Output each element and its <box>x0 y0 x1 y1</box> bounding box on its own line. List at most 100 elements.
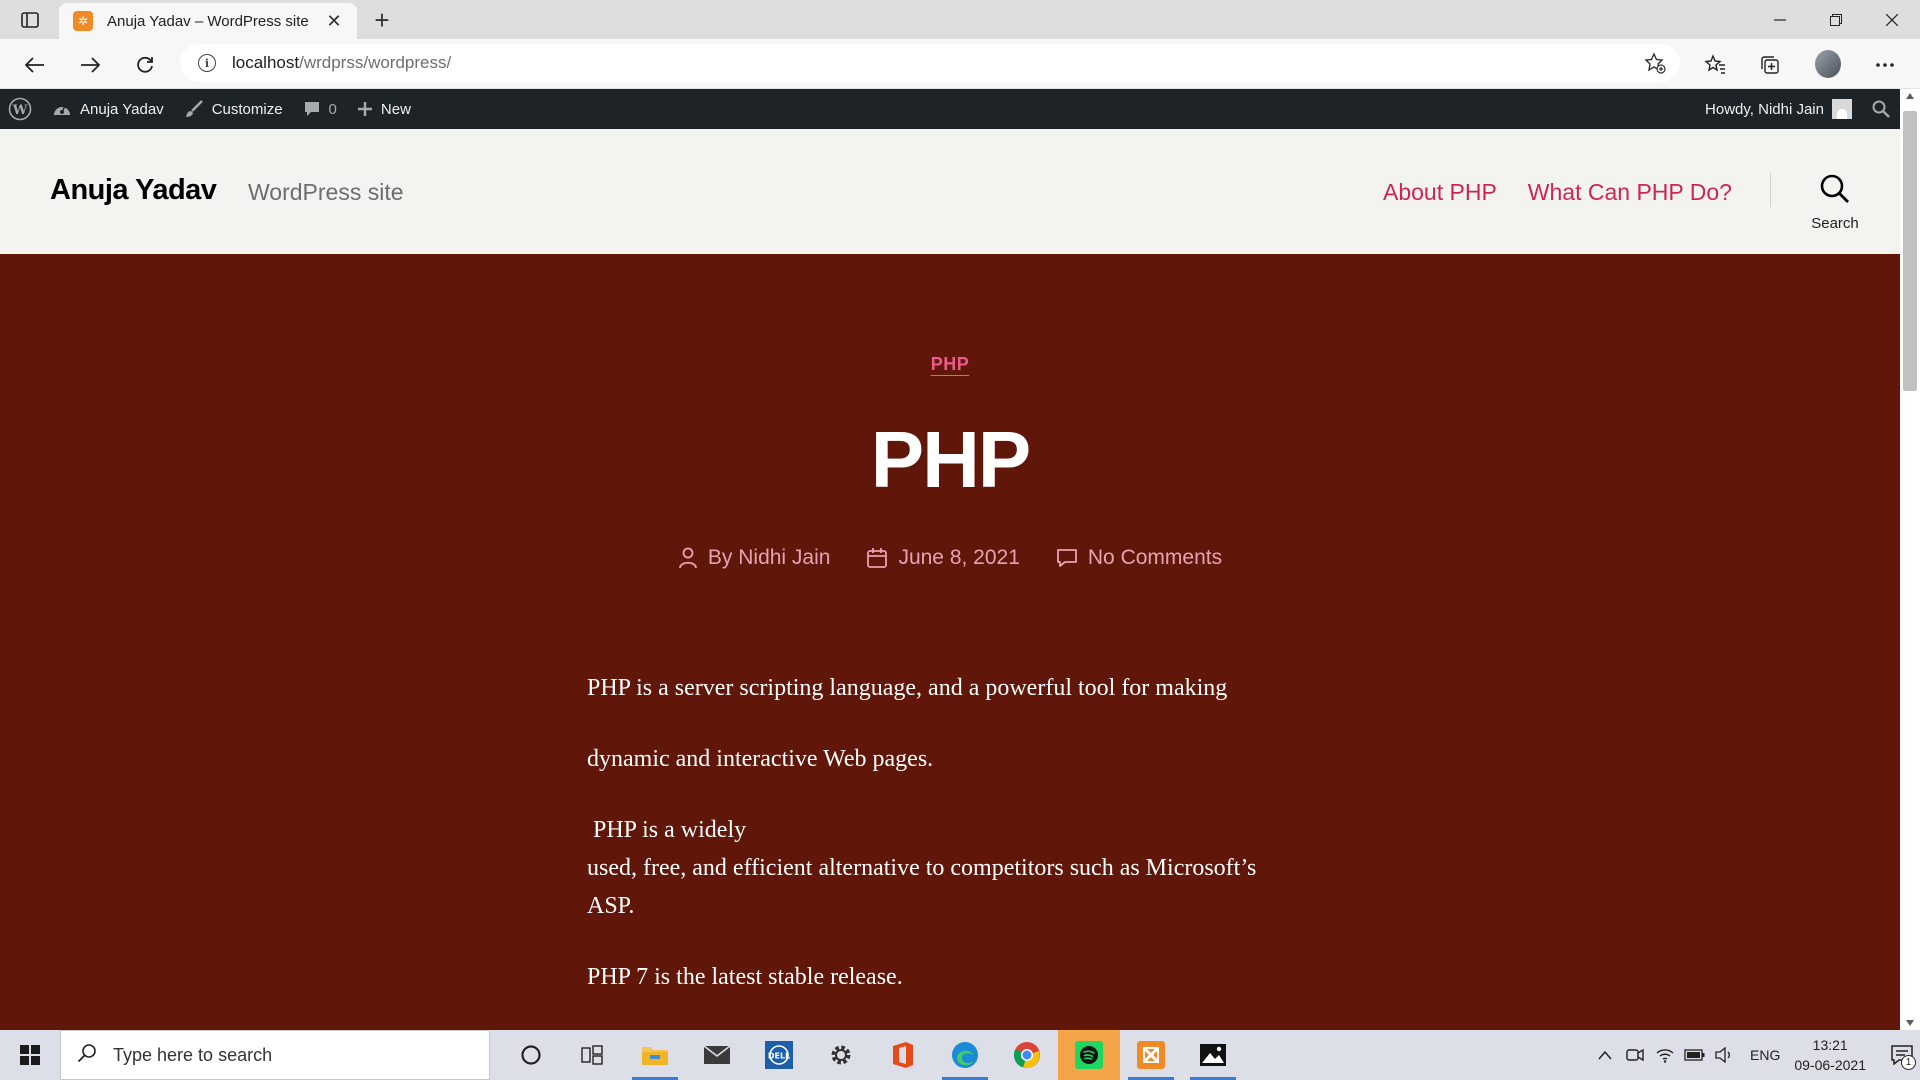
admin-bar-search-icon[interactable] <box>1862 89 1900 129</box>
refresh-icon[interactable] <box>130 50 160 80</box>
taskbar-search-placeholder: Type here to search <box>113 1044 273 1065</box>
search-toggle-label: Search <box>1811 215 1859 232</box>
task-view-icon[interactable] <box>562 1030 624 1080</box>
volume-icon[interactable] <box>1710 1030 1740 1080</box>
admin-bar-customize[interactable]: Customize <box>174 89 293 129</box>
add-favorite-icon[interactable] <box>1644 52 1666 74</box>
scroll-down-arrow-icon[interactable] <box>1906 1020 1914 1026</box>
svg-text:W: W <box>12 103 28 118</box>
windows-taskbar: Type here to search DELL ENG 13:21 09-06… <box>0 1030 1920 1080</box>
wordpress-logo-icon[interactable]: W <box>0 89 42 129</box>
post-comments[interactable]: No Comments <box>1056 546 1222 570</box>
wifi-icon[interactable] <box>1650 1030 1680 1080</box>
browser-tab[interactable]: ✲ Anuja Yadav – WordPress site ✕ <box>59 3 357 39</box>
edge-browser-icon[interactable] <box>934 1030 996 1080</box>
show-hidden-icons-chevron-icon[interactable] <box>1590 1030 1620 1080</box>
site-title[interactable]: Anuja Yadav <box>50 174 217 207</box>
post-meta: By Nidhi Jain June 8, 2021 No Comments <box>0 546 1900 570</box>
collections-icon[interactable] <box>1755 50 1785 80</box>
tab-actions-icon[interactable] <box>18 9 42 31</box>
browser-toolbar: i localhost/wrdprss/wordpress/ <box>0 39 1920 89</box>
post-author[interactable]: By Nidhi Jain <box>678 546 830 570</box>
admin-bar-comments[interactable]: 0 <box>293 89 347 129</box>
clock[interactable]: 13:21 09-06-2021 <box>1794 1035 1866 1075</box>
wp-admin-bar: W Anuja Yadav Customize 0 New Howdy, Nid… <box>0 89 1900 129</box>
address-bar[interactable]: i localhost/wrdprss/wordpress/ <box>180 44 1680 82</box>
dell-app-icon[interactable]: DELL <box>748 1030 810 1080</box>
site-info-icon[interactable]: i <box>198 54 216 72</box>
comment-bubble-icon <box>303 100 321 118</box>
paintbrush-icon <box>184 100 204 118</box>
favorites-icon[interactable] <box>1700 50 1730 80</box>
xampp-icon[interactable] <box>1120 1030 1182 1080</box>
comments-text: No Comments <box>1087 546 1223 569</box>
photos-icon[interactable] <box>1182 1030 1244 1080</box>
notification-count: 1 <box>1901 1055 1916 1070</box>
clock-date: 09-06-2021 <box>1794 1057 1866 1073</box>
input-language[interactable]: ENG <box>1750 1047 1780 1063</box>
admin-bar-account[interactable]: Howdy, Nidhi Jain <box>1695 89 1862 129</box>
search-toggle-button[interactable]: Search <box>1800 173 1870 232</box>
system-tray: ENG 13:21 09-06-2021 1 <box>1590 1030 1920 1080</box>
mail-icon[interactable] <box>686 1030 748 1080</box>
url-text: localhost/wrdprss/wordpress/ <box>232 53 452 72</box>
post-hero: PHP PHP By Nidhi Jain June 8, 2021 No Co… <box>0 254 1900 1030</box>
post-categories: PHP <box>0 354 1900 375</box>
person-icon <box>678 547 698 569</box>
comment-icon <box>1056 548 1078 568</box>
minimize-icon[interactable] <box>1752 0 1808 39</box>
battery-icon[interactable] <box>1680 1030 1710 1080</box>
back-arrow-icon[interactable] <box>20 50 50 80</box>
date-text: June 8, 2021 <box>898 546 1020 569</box>
browser-tab-strip: ✲ Anuja Yadav – WordPress site ✕ + <box>0 0 1920 39</box>
taskbar-search-box[interactable]: Type here to search <box>60 1030 490 1080</box>
file-explorer-icon[interactable] <box>624 1030 686 1080</box>
window-controls <box>1752 0 1920 39</box>
meet-now-icon[interactable] <box>1620 1030 1650 1080</box>
post-content: PHP is a server scripting language, and … <box>587 669 1307 996</box>
profile-avatar[interactable] <box>1815 50 1841 78</box>
site-header: Anuja Yadav WordPress site About PHP Wha… <box>0 129 1900 254</box>
cortana-icon[interactable] <box>500 1030 562 1080</box>
more-options-icon[interactable] <box>1870 50 1900 80</box>
admin-bar-site-link[interactable]: Anuja Yadav <box>42 89 174 129</box>
spotify-icon[interactable] <box>1058 1030 1120 1080</box>
calendar-icon <box>866 547 888 569</box>
paragraph: dynamic and interactive Web pages. <box>587 746 934 772</box>
search-icon <box>77 1043 97 1068</box>
plus-icon <box>357 101 373 117</box>
nav-about-php[interactable]: About PHP <box>1383 179 1497 206</box>
windows-start-icon[interactable] <box>0 1030 60 1080</box>
primary-menu: About PHP What Can PHP Do? <box>1383 179 1732 206</box>
user-avatar <box>1832 99 1852 119</box>
settings-gear-icon[interactable] <box>810 1030 872 1080</box>
action-center-icon[interactable]: 1 <box>1884 1030 1920 1080</box>
forward-arrow-icon[interactable] <box>75 50 105 80</box>
office-icon[interactable] <box>872 1030 934 1080</box>
header-divider <box>1770 173 1771 207</box>
post-title: PHP <box>870 415 1032 504</box>
nav-what-can-php-do[interactable]: What Can PHP Do? <box>1528 179 1732 206</box>
restore-icon[interactable] <box>1808 0 1864 39</box>
new-tab-icon[interactable]: + <box>368 5 396 35</box>
search-icon <box>1819 173 1851 210</box>
site-tagline: WordPress site <box>248 179 404 205</box>
xampp-favicon-icon: ✲ <box>73 11 93 31</box>
admin-bar-new-label: New <box>380 100 411 118</box>
paragraph: used, free, and efficient alternative to… <box>587 855 1257 919</box>
clock-time: 13:21 <box>1812 1037 1848 1053</box>
howdy-text: Howdy, Nidhi Jain <box>1705 100 1824 118</box>
admin-bar-site-name: Anuja Yadav <box>80 100 164 118</box>
scroll-thumb[interactable] <box>1903 111 1917 391</box>
scroll-up-arrow-icon[interactable] <box>1906 93 1914 99</box>
post-date[interactable]: June 8, 2021 <box>866 546 1020 570</box>
chrome-icon[interactable] <box>996 1030 1058 1080</box>
admin-bar-new[interactable]: New <box>347 89 421 129</box>
page-scrollbar[interactable] <box>1900 89 1920 1030</box>
close-window-icon[interactable] <box>1864 0 1920 39</box>
category-link[interactable]: PHP <box>931 354 970 374</box>
paragraph: PHP is a server scripting language, and … <box>587 675 1228 701</box>
comments-count: 0 <box>328 100 337 118</box>
close-tab-icon[interactable]: ✕ <box>323 10 345 32</box>
paragraph: PHP is a widely <box>587 817 747 843</box>
